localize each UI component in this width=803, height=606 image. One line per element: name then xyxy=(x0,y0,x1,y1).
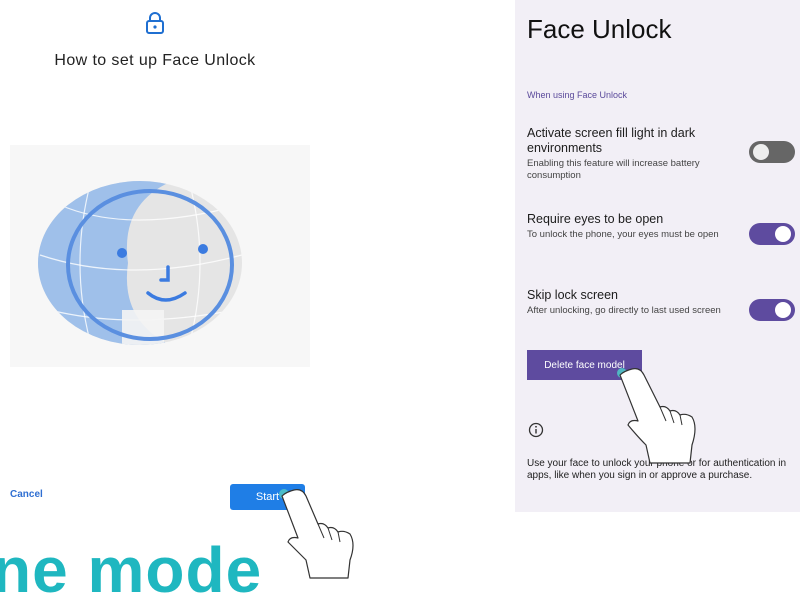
setting-title: Require eyes to be open xyxy=(527,212,664,226)
face-illustration xyxy=(10,145,310,367)
setting-fill-light[interactable]: Activate screen fill light in dark envir… xyxy=(527,126,737,182)
partial-caption-text: ne mode xyxy=(0,534,263,606)
skip-lock-screen-toggle[interactable] xyxy=(749,299,795,321)
setting-subtitle: To unlock the phone, your eyes must be o… xyxy=(527,229,719,240)
setting-subtitle: After unlocking, go directly to last use… xyxy=(527,305,721,316)
hand-pointer-icon xyxy=(279,489,354,579)
page-title: Face Unlock xyxy=(527,14,672,44)
info-icon xyxy=(528,422,544,438)
setting-subtitle: Enabling this feature will increase batt… xyxy=(527,158,700,181)
cancel-button[interactable]: Cancel xyxy=(10,489,43,500)
fill-light-toggle[interactable] xyxy=(749,141,795,163)
hand-pointer-icon xyxy=(617,368,696,464)
setting-skip-lock-screen[interactable]: Skip lock screen After unlocking, go dir… xyxy=(527,288,737,317)
setting-title: Activate screen fill light in dark envir… xyxy=(527,126,696,155)
lock-icon xyxy=(146,12,164,34)
section-label: When using Face Unlock xyxy=(527,90,628,100)
setting-title: Skip lock screen xyxy=(527,288,619,302)
eyes-open-toggle[interactable] xyxy=(749,223,795,245)
setting-eyes-open[interactable]: Require eyes to be open To unlock the ph… xyxy=(527,212,737,241)
setup-title: How to set up Face Unlock xyxy=(54,52,256,69)
